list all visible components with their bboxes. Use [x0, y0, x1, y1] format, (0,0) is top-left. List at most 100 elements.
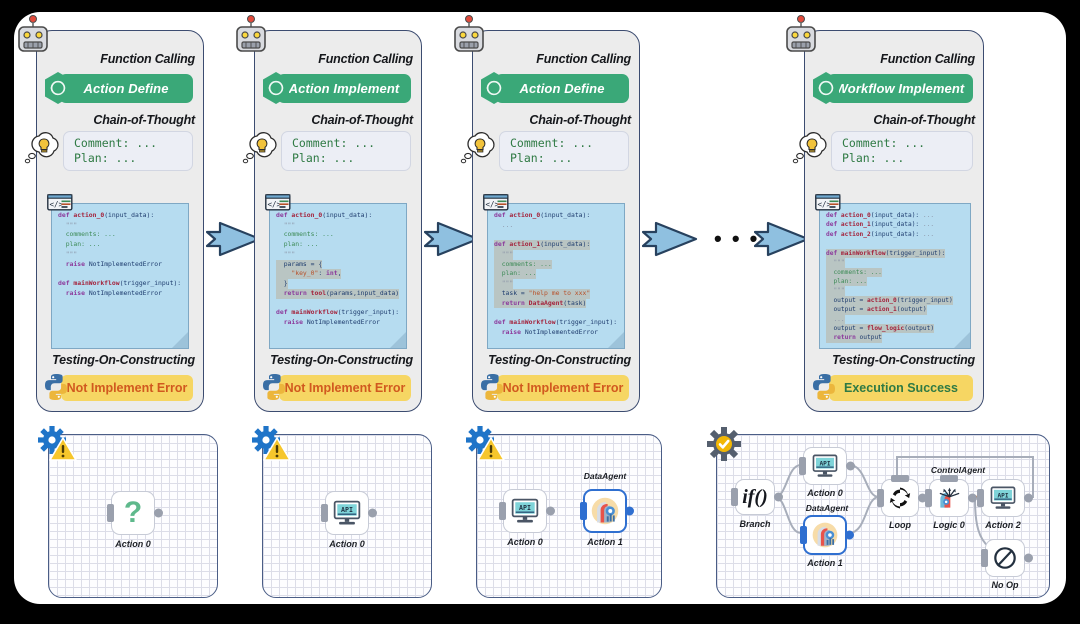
python-icon: [45, 374, 67, 400]
status-badge[interactable]: Not Implement Error: [497, 375, 629, 401]
python-icon: [813, 374, 835, 400]
chain-of-thought-box: Comment: ... Plan: ...: [63, 131, 193, 172]
node-label-action-0: Action 0: [807, 488, 843, 498]
function-calling-action-label: Action Define: [83, 81, 169, 96]
gear-warning-icon: [38, 426, 77, 461]
node-output-port[interactable]: [625, 506, 634, 516]
node-action-0[interactable]: ?: [107, 491, 163, 535]
question-mark-icon: ?: [123, 496, 143, 529]
node-logic-0[interactable]: [925, 475, 977, 517]
status-badge[interactable]: Not Implement Error: [61, 375, 193, 401]
svg-text:API: API: [341, 506, 353, 514]
cot-line-comment: Comment: ...: [842, 136, 926, 150]
function-calling-action-pill[interactable]: Action Implement: [277, 74, 411, 103]
api-monitor-icon: API: [812, 454, 838, 477]
openai-logo-icon: [813, 72, 839, 104]
node-action-0[interactable]: API: [499, 489, 555, 533]
code-block-1: def action_0(input_data): """ comments: …: [51, 203, 189, 349]
loop-refresh-icon: [889, 487, 911, 509]
screenshot-root: Function Calling Action Define Chain-of-…: [0, 0, 1080, 624]
node-output-port[interactable]: [1024, 493, 1033, 503]
cot-line-plan: Plan: ...: [842, 151, 905, 166]
node-input-port[interactable]: [580, 502, 587, 520]
node-input-port[interactable]: [107, 504, 114, 522]
robot-icon: [786, 15, 816, 52]
node-action-1[interactable]: [800, 515, 854, 555]
chain-of-thought-title: Chain-of-Thought: [873, 113, 975, 127]
code-file-icon: </>: [815, 194, 841, 211]
node-input-port[interactable]: [799, 457, 806, 475]
code-file-icon: </>: [47, 194, 73, 211]
node-label-action-0: Action 0: [115, 539, 151, 549]
node-action-0[interactable]: API: [321, 491, 377, 535]
chain-of-thought-box: Comment: ... Plan: ...: [831, 131, 973, 172]
node-no-op[interactable]: [981, 539, 1033, 577]
status-badge-label: Not Implement Error: [284, 381, 406, 395]
node-input-port[interactable]: [321, 504, 328, 522]
code-block-3: def action_0(input_data): ... def action…: [487, 203, 625, 349]
thought-bubble-icon: [792, 132, 827, 164]
node-input-port[interactable]: [731, 488, 738, 506]
node-action-1[interactable]: [580, 489, 634, 533]
thought-bubble-icon: [242, 132, 277, 164]
status-badge[interactable]: Not Implement Error: [279, 375, 411, 401]
node-output-port[interactable]: [1024, 553, 1033, 563]
api-monitor-icon: API: [511, 498, 539, 523]
workflow-canvas-4[interactable]: if() Branch API Action 0 DataAgent Actio…: [716, 434, 1050, 598]
function-calling-action-pill[interactable]: Workflow Implement: [827, 74, 973, 103]
node-label-action-2: Action 2: [985, 520, 1021, 530]
chain-of-thought-title: Chain-of-Thought: [311, 113, 413, 127]
testing-title: Testing-On-Constructing: [270, 353, 413, 367]
node-branch[interactable]: if(): [731, 479, 783, 515]
stage-panel-4[interactable]: Function Calling Workflow Implement Chai…: [786, 15, 984, 412]
cot-line-comment: Comment: ...: [292, 136, 376, 150]
node-top-port[interactable]: [940, 475, 958, 482]
thought-bubble-icon: [24, 132, 59, 164]
stage-panel-2[interactable]: Function Calling Action Implement Chain-…: [236, 15, 422, 412]
node-output-port[interactable]: [774, 492, 783, 502]
node-loop[interactable]: [877, 475, 927, 517]
cot-line-plan: Plan: ...: [510, 151, 573, 166]
node-output-port[interactable]: [846, 461, 855, 471]
python-icon: [481, 374, 503, 400]
node-action-0[interactable]: API: [799, 447, 855, 485]
node-input-port[interactable]: [800, 526, 807, 544]
node-top-port[interactable]: [891, 475, 909, 482]
flow-arrow-3: [642, 221, 698, 257]
function-calling-action-pill[interactable]: Action Define: [59, 74, 193, 103]
robot-icon: [454, 15, 484, 52]
code-file-icon: </>: [265, 194, 291, 211]
svg-text:</>: </>: [268, 200, 282, 209]
node-input-port[interactable]: [925, 489, 932, 507]
node-output-port[interactable]: [154, 508, 163, 518]
node-label-action-0: Action 0: [507, 537, 543, 547]
node-label-action-0: Action 0: [329, 539, 365, 549]
function-calling-action-label: Action Define: [519, 81, 605, 96]
function-calling-title: Function Calling: [880, 52, 975, 66]
cot-line-plan: Plan: ...: [74, 151, 137, 166]
if-branch-icon: if(): [742, 485, 768, 508]
stage-panel-3[interactable]: Function Calling Action Define Chain-of-…: [454, 15, 640, 412]
testing-title: Testing-On-Constructing: [488, 353, 631, 367]
function-calling-title: Function Calling: [100, 52, 195, 66]
node-input-port[interactable]: [877, 489, 884, 507]
node-output-port[interactable]: [968, 493, 977, 503]
svg-text:API: API: [997, 492, 1008, 499]
ellipsis-indicator: • • •: [714, 226, 760, 251]
svg-text:API: API: [519, 504, 531, 512]
node-input-port[interactable]: [977, 489, 984, 507]
status-badge-label: Execution Success: [844, 381, 958, 395]
node-output-port[interactable]: [368, 508, 377, 518]
function-calling-title: Function Calling: [318, 52, 413, 66]
node-action-2[interactable]: API: [977, 479, 1033, 517]
gear-warning-icon: [252, 426, 291, 461]
stage-panel-1[interactable]: Function Calling Action Define Chain-of-…: [18, 15, 204, 412]
node-input-port[interactable]: [981, 549, 988, 567]
node-output-port[interactable]: [546, 506, 555, 516]
node-output-port[interactable]: [845, 530, 854, 540]
status-badge[interactable]: Execution Success: [829, 375, 973, 401]
status-badge-label: Not Implement Error: [66, 381, 188, 395]
node-toplabel-control-agent: ControlAgent: [930, 465, 986, 475]
node-input-port[interactable]: [499, 502, 506, 520]
function-calling-action-pill[interactable]: Action Define: [495, 74, 629, 103]
